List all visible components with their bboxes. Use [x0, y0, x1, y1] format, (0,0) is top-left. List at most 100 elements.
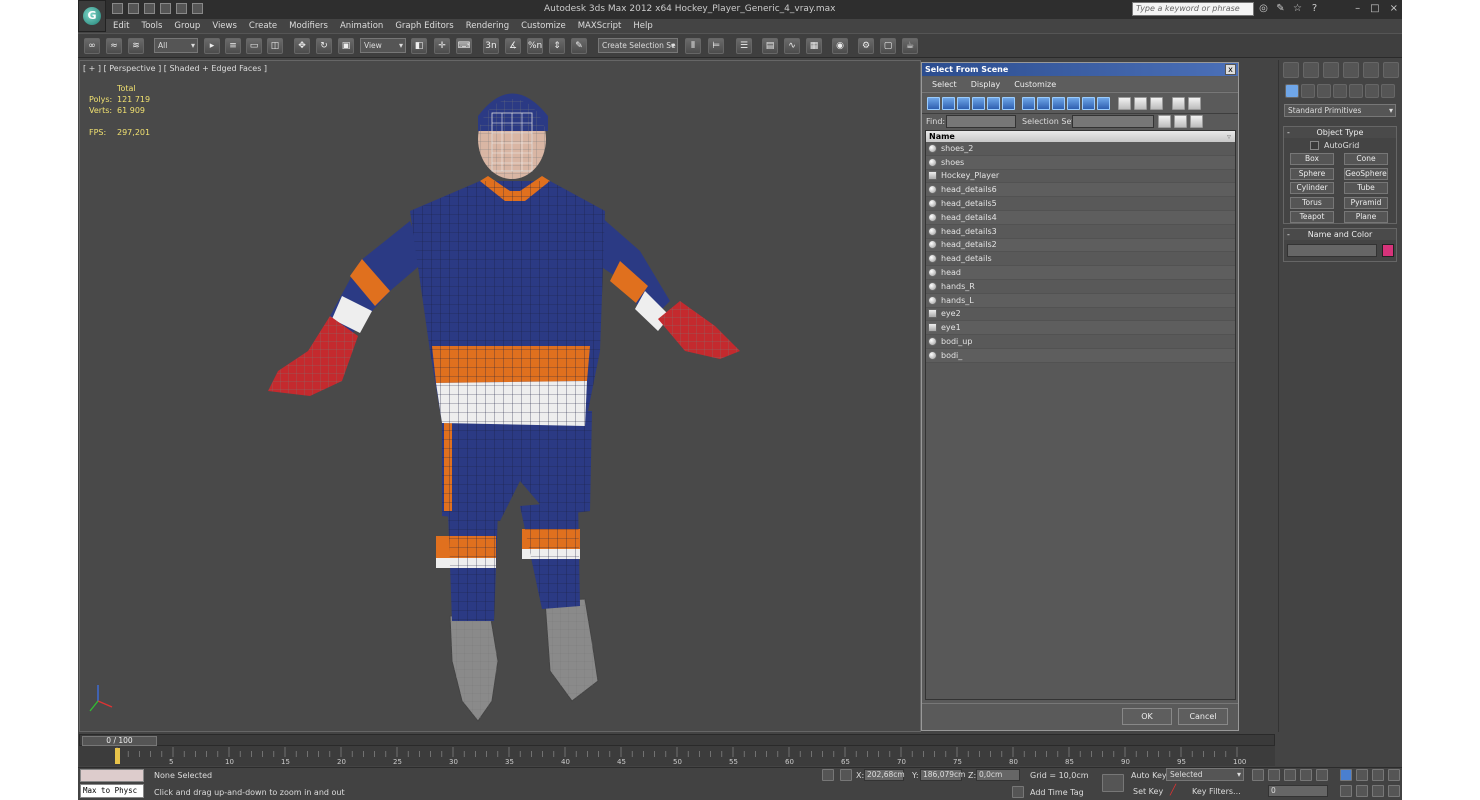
favorites-star-icon[interactable]: ☆: [1292, 3, 1303, 14]
orbit-icon[interactable]: [1372, 785, 1384, 797]
dialog-close-icon[interactable]: x: [1225, 64, 1236, 75]
move-icon[interactable]: ✥: [294, 38, 310, 54]
menu-group[interactable]: Group: [174, 21, 200, 31]
select-manipulate-icon[interactable]: ✛: [434, 38, 450, 54]
zoom-icon[interactable]: [1340, 769, 1352, 781]
open-file-icon[interactable]: [128, 3, 139, 14]
z-coordinate-field[interactable]: 0,0cm: [976, 769, 1020, 781]
minimize-icon[interactable]: –: [1355, 3, 1360, 14]
filter-icon[interactable]: [1172, 97, 1185, 110]
scene-object-row[interactable]: bodi_: [926, 348, 1235, 363]
object-color-swatch[interactable]: [1382, 244, 1394, 257]
track-bar[interactable]: 5 10 15 20 25 30 35 40 45 50 55 60 65 70 75 80 85 90 95 100: [79, 746, 1275, 766]
shapes-category-icon[interactable]: [1301, 84, 1315, 98]
selection-filter-dropdown[interactable]: All: [154, 38, 198, 53]
primitive-pyramid-button[interactable]: Pyramid: [1344, 196, 1388, 209]
primitive-geosphere-button[interactable]: GeoSphere: [1344, 167, 1388, 180]
pivot-center-icon[interactable]: ◧: [411, 38, 427, 54]
rendered-frame-window-icon[interactable]: ▢: [880, 38, 896, 54]
named-selection-set-dropdown[interactable]: Create Selection Se: [598, 38, 678, 53]
object-name-input[interactable]: [1287, 244, 1377, 257]
maximize-viewport-icon[interactable]: [1388, 785, 1400, 797]
time-tag-icon[interactable]: [1012, 786, 1024, 798]
schematic-view-icon[interactable]: ▦: [806, 38, 822, 54]
name-and-color-header[interactable]: Name and Color: [1284, 229, 1396, 240]
menu-edit[interactable]: Edit: [113, 21, 129, 31]
menu-modifiers[interactable]: Modifiers: [289, 21, 328, 31]
go-to-end-icon[interactable]: [1316, 769, 1328, 781]
project-folder-icon[interactable]: [192, 3, 203, 14]
ok-button[interactable]: OK: [1122, 708, 1172, 725]
display-all-icon[interactable]: [1118, 97, 1131, 110]
add-time-tag[interactable]: Add Time Tag: [1030, 788, 1084, 797]
current-frame-field[interactable]: 0: [1268, 785, 1328, 797]
scene-object-row[interactable]: Hockey_Player: [926, 169, 1235, 184]
systems-category-icon[interactable]: [1381, 84, 1395, 98]
edit-selection-set-icon[interactable]: [1174, 115, 1187, 128]
key-filters-button[interactable]: Key Filters...: [1192, 787, 1241, 796]
scene-object-row[interactable]: head_details5: [926, 197, 1235, 211]
render-setup-icon[interactable]: ⚙: [858, 38, 874, 54]
primitive-plane-button[interactable]: Plane: [1344, 211, 1388, 223]
key-mode-dropdown[interactable]: Selected: [1166, 768, 1244, 781]
menu-graph-editors[interactable]: Graph Editors: [395, 21, 453, 31]
percent-snap-icon[interactable]: %n: [527, 38, 543, 54]
menu-help[interactable]: Help: [633, 21, 652, 31]
find-input[interactable]: [946, 115, 1016, 128]
scene-object-row[interactable]: head_details6: [926, 183, 1235, 198]
zoom-all-icon[interactable]: [1356, 769, 1368, 781]
viewport-label-menu[interactable]: [ + ] [ Perspective ] [ Shaded + Edged F…: [83, 64, 267, 73]
go-to-start-icon[interactable]: [1252, 769, 1264, 781]
display-space-warps-icon[interactable]: [1002, 97, 1015, 110]
x-coordinate-field[interactable]: 202,68cm: [864, 769, 905, 781]
layer-manager-icon[interactable]: ☰: [736, 38, 752, 54]
reference-coordinate-dropdown[interactable]: View: [360, 38, 406, 53]
rectangular-selection-icon[interactable]: ▭: [246, 38, 262, 54]
display-helpers-icon[interactable]: [987, 97, 1000, 110]
scene-object-row[interactable]: shoes: [926, 155, 1235, 170]
primitive-teapot-button[interactable]: Teapot: [1290, 211, 1334, 223]
display-invert-icon[interactable]: [1150, 97, 1163, 110]
scale-icon[interactable]: ▣: [338, 38, 354, 54]
save-file-icon[interactable]: [144, 3, 155, 14]
communication-center-icon[interactable]: ✎: [1275, 3, 1286, 14]
lights-category-icon[interactable]: [1317, 84, 1331, 98]
create-tab-icon[interactable]: [1283, 62, 1299, 78]
redo-icon[interactable]: [176, 3, 187, 14]
maximize-icon[interactable]: □: [1370, 3, 1379, 14]
display-shapes-icon[interactable]: [942, 97, 955, 110]
utilities-tab-icon[interactable]: [1383, 62, 1399, 78]
selection-lock-icon[interactable]: [822, 769, 834, 781]
primitive-sphere-button[interactable]: Sphere: [1290, 167, 1334, 180]
window-crossing-icon[interactable]: ◫: [267, 38, 283, 54]
dialog-menu-display[interactable]: Display: [971, 80, 1001, 89]
display-lights-icon[interactable]: [957, 97, 970, 110]
display-tab-icon[interactable]: [1363, 62, 1379, 78]
space-warps-category-icon[interactable]: [1365, 84, 1379, 98]
autogrid-checkbox[interactable]: [1310, 141, 1319, 150]
rotate-icon[interactable]: ↻: [316, 38, 332, 54]
cancel-button[interactable]: Cancel: [1178, 708, 1228, 725]
display-bones-icon[interactable]: [1052, 97, 1065, 110]
zoom-extents-icon[interactable]: [1372, 769, 1384, 781]
render-production-icon[interactable]: ☕: [902, 38, 918, 54]
scene-object-row[interactable]: head_details: [926, 252, 1235, 267]
sync-selection-icon[interactable]: [1188, 97, 1201, 110]
selection-set-dropdown[interactable]: [1072, 115, 1154, 128]
material-editor-icon[interactable]: ◉: [832, 38, 848, 54]
display-hidden-icon[interactable]: [1097, 97, 1110, 110]
create-selection-set-icon[interactable]: [1158, 115, 1171, 128]
select-object-icon[interactable]: ▸: [204, 38, 220, 54]
previous-frame-icon[interactable]: [1268, 769, 1280, 781]
scene-object-row[interactable]: head: [926, 266, 1235, 280]
menu-create[interactable]: Create: [249, 21, 277, 31]
scene-object-row[interactable]: bodi_up: [926, 335, 1235, 349]
scene-object-row[interactable]: shoes_2: [926, 142, 1235, 156]
next-frame-icon[interactable]: [1300, 769, 1312, 781]
geometry-category-icon[interactable]: [1285, 84, 1299, 98]
primitive-category-dropdown[interactable]: Standard Primitives: [1284, 104, 1396, 117]
absolute-mode-icon[interactable]: [840, 769, 852, 781]
dialog-menu-select[interactable]: Select: [932, 80, 957, 89]
menu-tools[interactable]: Tools: [141, 21, 162, 31]
graphite-ribbon-icon[interactable]: ▤: [762, 38, 778, 54]
